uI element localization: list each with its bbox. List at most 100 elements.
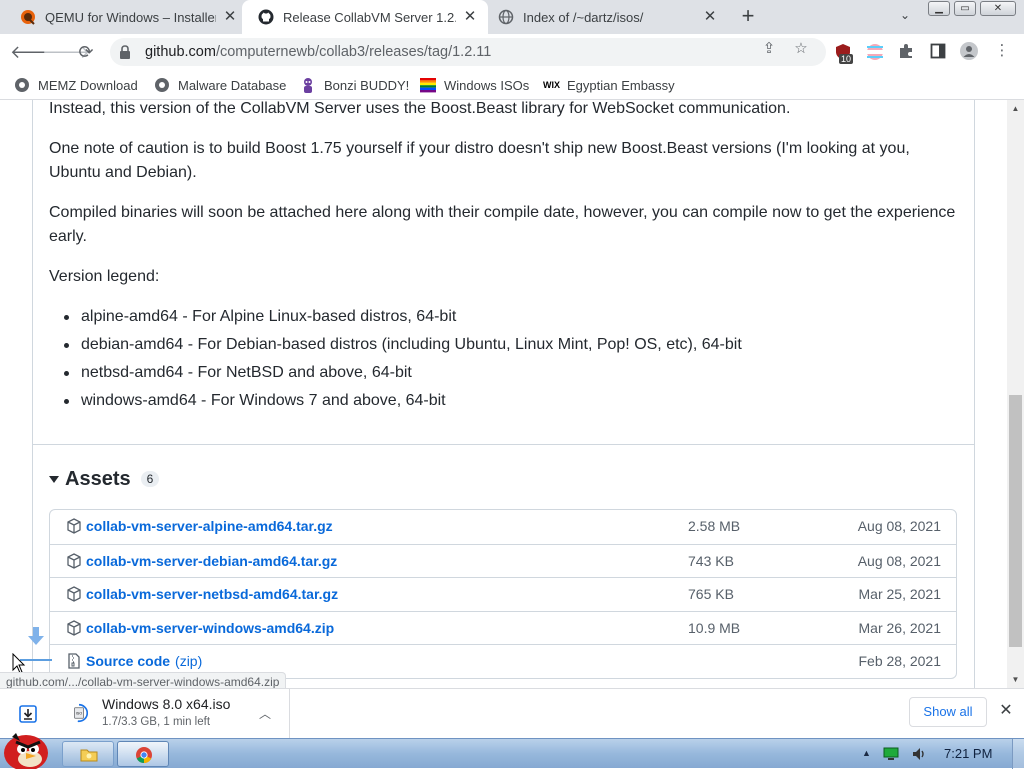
tab-title: QEMU for Windows – Installer <box>45 9 216 25</box>
asset-row: collab-vm-server-windows-amd64.zip 10.9 … <box>50 610 956 645</box>
assets-count-badge: 6 <box>140 471 160 487</box>
extension-badge: 10 <box>839 54 854 64</box>
github-icon <box>258 9 274 25</box>
legend-item-windows: windows-amd64 - For Windows 7 and above,… <box>81 392 446 409</box>
asset-link[interactable]: collab-vm-server-debian-amd64.tar.gz <box>86 553 337 569</box>
assets-list: collab-vm-server-alpine-amd64.tar.gz 2.5… <box>49 509 957 679</box>
legend-item-netbsd: netbsd-amd64 - For NetBSD and above, 64-… <box>81 364 412 381</box>
bookmark-star-icon[interactable]: ☆ <box>792 40 810 58</box>
asset-row: collab-vm-server-netbsd-amd64.tar.gz 765… <box>50 577 956 611</box>
source-code-format: (zip) <box>175 653 203 669</box>
list-bullet <box>64 399 69 404</box>
asset-link[interactable]: collab-vm-server-alpine-amd64.tar.gz <box>86 518 333 534</box>
list-bullet <box>64 343 69 348</box>
close-tab-icon[interactable]: ✕ <box>462 9 478 25</box>
profile-avatar-icon[interactable] <box>960 42 978 60</box>
bookmark-label: Bonzi BUDDY! <box>324 77 410 93</box>
lock-icon[interactable] <box>118 45 132 59</box>
asset-size: 765 KB <box>688 586 734 602</box>
start-button-angry-bird-icon[interactable] <box>2 727 54 769</box>
minimize-button[interactable]: ▁ <box>928 1 950 16</box>
close-tab-icon[interactable]: ✕ <box>222 9 238 25</box>
tab-index-isos[interactable]: Index of /~dartz/isos/ ✕ <box>482 0 728 34</box>
list-bullet <box>64 315 69 320</box>
download-file-name: Windows 8.0 x64.iso <box>102 696 231 712</box>
window-close-button[interactable]: ✕ <box>980 1 1016 16</box>
url-path: /computernewb/collab3/releases/tag/1.2.1… <box>215 44 492 60</box>
scroll-down-arrow-icon[interactable]: ▼ <box>1007 671 1024 688</box>
tab-strip: QEMU for Windows – Installer ✕ Release C… <box>0 0 1024 34</box>
assets-title: Assets <box>65 467 131 490</box>
asset-date: Aug 08, 2021 <box>857 518 941 534</box>
taskbar-chrome-button[interactable] <box>117 741 169 767</box>
package-icon <box>67 619 81 636</box>
download-item[interactable]: ISO Windows 8.0 x64.iso 1.7/3.3 GB, 1 mi… <box>58 689 290 739</box>
package-icon <box>67 552 81 569</box>
tray-expand-icon[interactable]: ▲ <box>862 748 871 758</box>
asset-size: 2.58 MB <box>688 518 741 534</box>
taskbar-clock[interactable]: 7:21 PM <box>944 746 992 761</box>
download-arrow-icon <box>28 627 44 645</box>
bookmark-memz[interactable]: MEMZ Download <box>14 76 138 94</box>
bookmark-label: MEMZ Download <box>38 77 138 93</box>
extension-pride-icon[interactable] <box>866 43 884 61</box>
asset-date: Mar 25, 2021 <box>858 586 942 602</box>
chrome-icon <box>136 747 152 763</box>
share-icon[interactable]: ⇪ <box>760 40 778 58</box>
close-tab-icon[interactable]: ✕ <box>702 9 718 25</box>
bonzi-icon <box>304 78 312 93</box>
tab-qemu[interactable]: QEMU for Windows – Installer ✕ <box>4 0 248 34</box>
list-bullet <box>64 371 69 376</box>
rainbow-flag-icon <box>420 78 436 93</box>
assets-toggle[interactable]: Assets 6 <box>49 466 160 492</box>
taskbar-explorer-button[interactable] <box>62 741 114 767</box>
back-button[interactable]: 🡐 <box>10 41 58 63</box>
asset-date: Feb 28, 2021 <box>858 653 941 669</box>
bookmark-bonzi-buddy[interactable]: Bonzi BUDDY! <box>300 76 409 94</box>
asset-row: collab-vm-server-debian-amd64.tar.gz 743… <box>50 543 956 578</box>
source-code-link[interactable]: Source code (zip) <box>86 653 202 669</box>
tab-title: Index of /~dartz/isos/ <box>523 9 644 25</box>
scrollbar-thumb[interactable] <box>1009 395 1022 647</box>
tab-title: Release CollabVM Server 1.2.11 <box>283 9 456 25</box>
release-paragraph: Instead, this version of the CollabVM Se… <box>49 100 791 117</box>
tab-release-collabvm[interactable]: Release CollabVM Server 1.2.11 ✕ <box>242 0 488 34</box>
puzzle-icon[interactable] <box>897 43 915 61</box>
folder-icon <box>80 749 98 762</box>
svg-text:ISO: ISO <box>76 712 83 716</box>
extension-shield-icon[interactable]: 10 <box>834 43 854 64</box>
bookmark-egyptian-embassy[interactable]: WIX Egyptian Embassy <box>543 76 675 94</box>
chevron-up-icon[interactable]: ︿ <box>258 705 272 721</box>
globe-icon <box>498 9 514 25</box>
address-bar[interactable]: github.com/computernewb/collab3/releases… <box>110 38 826 66</box>
show-desktop-button[interactable] <box>1012 739 1024 769</box>
bookmark-windows-isos[interactable]: Windows ISOs <box>420 76 529 94</box>
side-panel-icon[interactable] <box>929 43 947 61</box>
network-icon[interactable] <box>883 747 899 761</box>
browser-toolbar: 🡐 🡒 ⟳ github.com/computernewb/collab3/re… <box>0 34 1024 70</box>
forward-button[interactable]: 🡒 <box>42 41 90 63</box>
download-status: 1.7/3.3 GB, 1 min left <box>102 716 211 728</box>
bookmark-label: Malware Database <box>178 77 287 93</box>
legend-item-debian: debian-amd64 - For Debian-based distros … <box>81 336 742 353</box>
asset-link[interactable]: collab-vm-server-windows-amd64.zip <box>86 620 334 636</box>
close-shelf-icon[interactable]: ✕ <box>997 702 1015 720</box>
tab-search-icon[interactable]: ⌄ <box>896 8 914 26</box>
legend-heading: Version legend: <box>49 268 160 285</box>
globe-icon <box>15 78 29 92</box>
volume-icon[interactable] <box>911 746 927 762</box>
bookmark-label: Windows ISOs <box>444 77 530 93</box>
scroll-up-arrow-icon[interactable]: ▲ <box>1007 100 1024 117</box>
legend-item-alpine: alpine-amd64 - For Alpine Linux-based di… <box>81 308 457 325</box>
page-scrollbar[interactable]: ▲ ▼ <box>1007 100 1024 688</box>
downloads-page-icon[interactable] <box>18 704 38 724</box>
show-all-downloads-button[interactable]: Show all <box>909 697 987 727</box>
asset-link[interactable]: collab-vm-server-netbsd-amd64.tar.gz <box>86 586 338 602</box>
menu-kebab-icon[interactable]: ⋮ <box>993 42 1011 60</box>
asset-row: collab-vm-server-alpine-amd64.tar.gz 2.5… <box>50 510 956 544</box>
caret-down-icon <box>49 475 59 483</box>
bookmark-malware-database[interactable]: Malware Database <box>154 76 286 94</box>
new-tab-button[interactable]: + <box>737 5 759 28</box>
maximize-button[interactable]: ▭ <box>954 1 976 16</box>
reload-button[interactable]: ⟳ <box>74 41 98 63</box>
